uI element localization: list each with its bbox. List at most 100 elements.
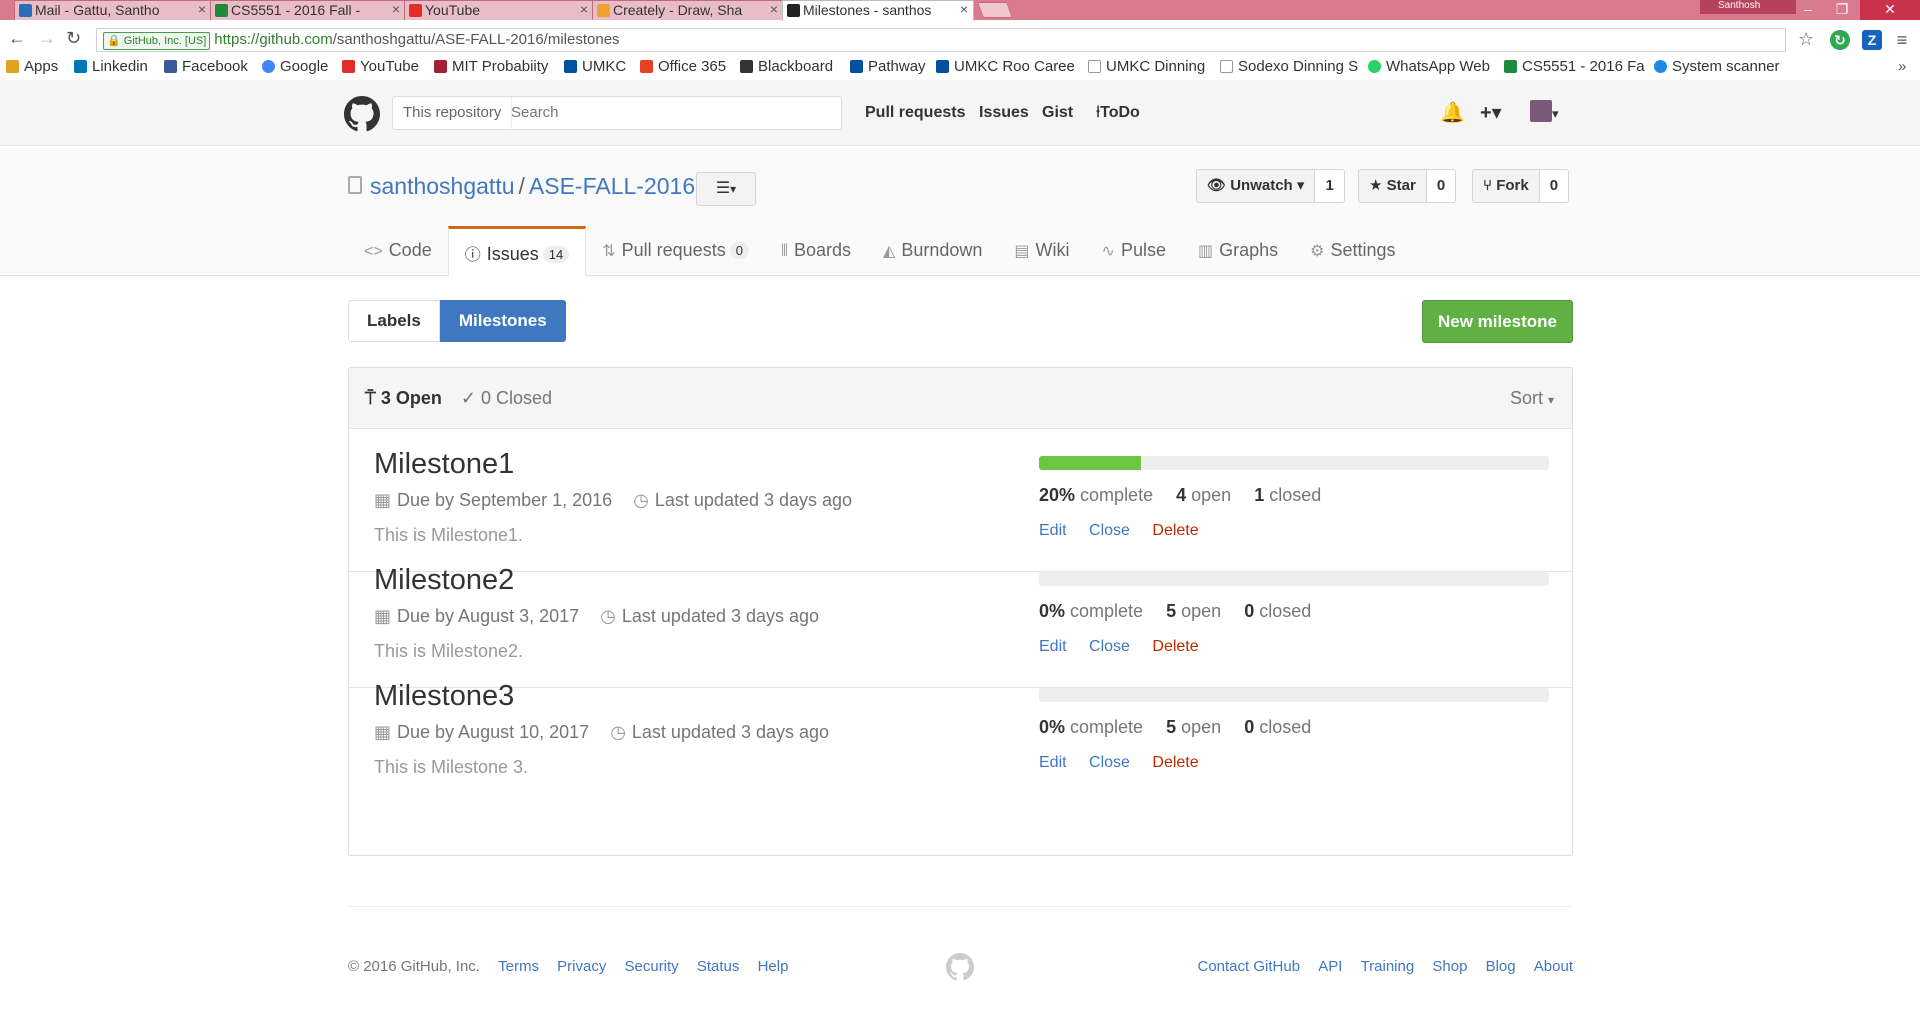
footer-link-training[interactable]: Training <box>1361 958 1415 975</box>
bookmark-facebook[interactable]: Facebook <box>164 58 248 75</box>
search-input[interactable] <box>511 97 831 129</box>
close-icon[interactable]: × <box>770 1 778 17</box>
labels-tab[interactable]: Labels <box>348 300 440 342</box>
tab-wiki[interactable]: ▤ Wiki <box>998 226 1085 276</box>
menu-icon[interactable]: ≡ <box>1892 30 1912 50</box>
tab-graphs[interactable]: ▥ Graphs <box>1182 226 1294 276</box>
bookmark-umkc[interactable]: UMKC <box>564 58 626 75</box>
milestone-title[interactable]: Milestone2 <box>374 564 514 597</box>
close-link[interactable]: Close <box>1089 754 1130 771</box>
extension-icon[interactable]: ↻ <box>1830 30 1850 50</box>
bookmark-sodexo[interactable]: Sodexo Dinning S <box>1220 58 1358 75</box>
watch-count[interactable]: 1 <box>1315 169 1345 203</box>
bookmark-blackboard[interactable]: Blackboard <box>740 58 833 75</box>
browser-tab-sheet[interactable]: CS5551 - 2016 Fall - × <box>210 0 406 20</box>
bell-icon[interactable]: 🔔 <box>1440 100 1465 125</box>
zotero-icon[interactable]: Z <box>1862 30 1882 50</box>
profile-badge[interactable]: Santhosh <box>1700 0 1796 14</box>
open-issues-link[interactable]: 5 open <box>1166 717 1221 737</box>
repo-owner-link[interactable]: santhoshgattu <box>370 173 515 199</box>
new-milestone-button[interactable]: New milestone <box>1422 300 1573 343</box>
bookmark-youtube[interactable]: YouTube <box>342 58 419 75</box>
secure-badge[interactable]: 🔒 GitHub, Inc. [US] <box>103 32 211 50</box>
milestone-title[interactable]: Milestone1 <box>374 448 514 481</box>
bookmark-cs5551[interactable]: CS5551 - 2016 Fa <box>1504 58 1645 75</box>
milestone-title[interactable]: Milestone3 <box>374 680 514 713</box>
sort-dropdown[interactable]: Sort ▾ <box>1510 388 1554 409</box>
avatar[interactable]: ▾ <box>1530 100 1559 124</box>
search-scope-label[interactable]: This repository <box>393 97 513 129</box>
unwatch-button[interactable]: 👁 Unwatch ▾ <box>1196 169 1316 203</box>
bookmark-apps[interactable]: Apps <box>6 58 58 75</box>
open-issues-link[interactable]: 5 open <box>1166 601 1221 621</box>
closed-issues-link[interactable]: 0 closed <box>1244 601 1311 621</box>
plus-icon[interactable]: +▾ <box>1480 100 1502 125</box>
repo-name-link[interactable]: ASE-FALL-2016 <box>529 173 695 199</box>
footer-link-shop[interactable]: Shop <box>1432 958 1467 975</box>
delete-link[interactable]: Delete <box>1152 522 1198 539</box>
fork-count[interactable]: 0 <box>1539 169 1570 203</box>
footer-link-blog[interactable]: Blog <box>1486 958 1516 975</box>
close-icon[interactable]: × <box>198 1 206 17</box>
edit-link[interactable]: Edit <box>1039 522 1067 539</box>
star-count[interactable]: 0 <box>1426 169 1457 203</box>
close-icon[interactable]: × <box>392 1 400 17</box>
bookmark-pathway[interactable]: Pathway <box>850 58 926 75</box>
new-tab-button[interactable] <box>977 2 1013 18</box>
bookmark-mit[interactable]: MIT Probabiity <box>434 58 548 75</box>
delete-link[interactable]: Delete <box>1152 638 1198 655</box>
browser-tab-youtube[interactable]: YouTube × <box>404 0 594 20</box>
browser-tab-creately[interactable]: Creately - Draw, Sha × <box>592 0 784 20</box>
nav-todo[interactable]: ⍿ToDo <box>1096 104 1140 122</box>
milestones-tab[interactable]: Milestones <box>439 300 566 342</box>
closed-issues-link[interactable]: 1 closed <box>1254 485 1321 505</box>
open-issues-link[interactable]: 4 open <box>1176 485 1231 505</box>
star-button[interactable]: ★ Star <box>1358 169 1427 203</box>
github-logo-icon[interactable] <box>344 96 380 132</box>
footer-link-help[interactable]: Help <box>758 958 789 975</box>
tab-pull-requests[interactable]: ⇅ Pull requests 0 <box>586 226 765 276</box>
bookmark-linkedin[interactable]: Linkedin <box>74 58 148 75</box>
bookmark-google[interactable]: Google <box>262 58 328 75</box>
close-link[interactable]: Close <box>1089 522 1130 539</box>
nav-pull-requests[interactable]: Pull requests <box>865 104 965 122</box>
tab-pulse[interactable]: ∿ Pulse <box>1086 226 1182 276</box>
closed-issues-link[interactable]: 0 closed <box>1244 717 1311 737</box>
forward-button[interactable]: → <box>38 28 56 49</box>
open-filter[interactable]: ⍑ 3 Open <box>365 388 442 408</box>
fork-button[interactable]: ⑂ Fork <box>1472 169 1540 203</box>
close-link[interactable]: Close <box>1089 638 1130 655</box>
nav-issues[interactable]: Issues <box>979 104 1029 122</box>
repo-list-menu-button[interactable]: ☰▾ <box>696 172 756 206</box>
closed-filter[interactable]: ✓ 0 Closed <box>461 388 552 408</box>
tab-burndown[interactable]: ◭ Burndown <box>867 226 998 276</box>
tab-issues[interactable]: ⓘ Issues 14 <box>447 226 587 276</box>
bookmarks-overflow-icon[interactable]: » <box>1898 58 1906 75</box>
address-bar[interactable]: 🔒 GitHub, Inc. [US] https://github.com/sa… <box>96 28 1786 52</box>
bookmark-system-scanner[interactable]: System scanner <box>1654 58 1780 75</box>
browser-tab-mail[interactable]: Mail - Gattu, Santho × <box>14 0 212 20</box>
tab-code[interactable]: <> Code <box>348 226 448 276</box>
nav-gist[interactable]: Gist <box>1042 104 1073 122</box>
window-close-button[interactable]: ✕ <box>1860 0 1920 20</box>
bookmark-office[interactable]: Office 365 <box>640 58 726 75</box>
edit-link[interactable]: Edit <box>1039 638 1067 655</box>
bookmark-star-icon[interactable]: ☆ <box>1798 29 1814 50</box>
reload-button[interactable]: ↻ <box>66 28 81 49</box>
github-mark-icon[interactable] <box>946 953 974 981</box>
tab-settings[interactable]: ⚙ Settings <box>1294 226 1411 276</box>
footer-link-privacy[interactable]: Privacy <box>557 958 606 975</box>
footer-link-contact[interactable]: Contact GitHub <box>1197 958 1300 975</box>
bookmark-whatsapp[interactable]: WhatsApp Web <box>1368 58 1490 75</box>
maximize-button[interactable]: ❐ <box>1822 0 1862 20</box>
delete-link[interactable]: Delete <box>1152 754 1198 771</box>
back-button[interactable]: ← <box>8 28 26 49</box>
close-icon[interactable]: × <box>960 1 968 17</box>
close-icon[interactable]: × <box>580 1 588 17</box>
tab-boards[interactable]: ⦀ Boards <box>765 226 867 276</box>
bookmark-umkc-roo[interactable]: UMKC Roo Caree <box>936 58 1075 75</box>
bookmark-umkc-dinning[interactable]: UMKC Dinning <box>1088 58 1205 75</box>
footer-link-about[interactable]: About <box>1534 958 1573 975</box>
browser-tab-github[interactable]: Milestones - santhos × <box>782 0 974 21</box>
edit-link[interactable]: Edit <box>1039 754 1067 771</box>
